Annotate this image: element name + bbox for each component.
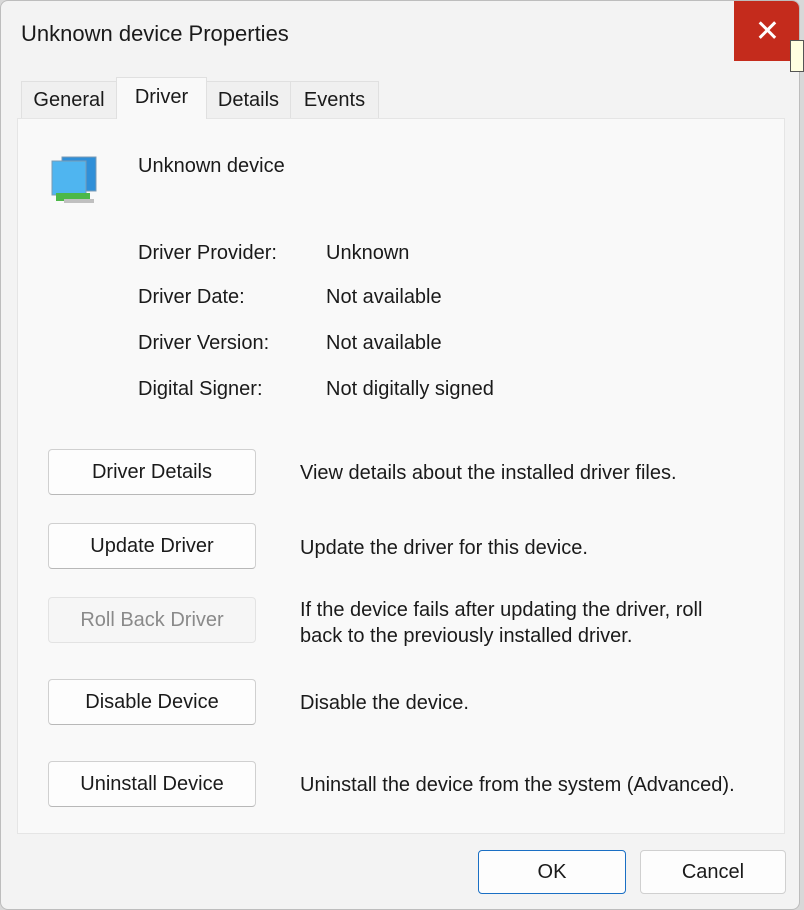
roll-back-driver-description: If the device fails after updating the d…: [300, 599, 703, 647]
uninstall-device-button[interactable]: Uninstall Device: [48, 761, 256, 807]
window-title: Unknown device Properties: [21, 21, 289, 46]
properties-dialog: Unknown device Properties ✕ General Driv…: [0, 0, 800, 910]
driver-tab-panel: Unknown device Driver Provider: Unknown …: [17, 118, 785, 834]
tooltip-fragment: [790, 40, 804, 72]
digital-signer-label: Digital Signer:: [138, 378, 263, 400]
driver-date-value: Not available: [326, 286, 442, 308]
close-icon: ✕: [754, 14, 781, 48]
driver-provider-label: Driver Provider:: [138, 242, 277, 264]
network-adapter-icon: [51, 156, 97, 203]
tab-events[interactable]: Events: [290, 81, 379, 119]
ok-button[interactable]: OK: [478, 850, 626, 894]
driver-details-button[interactable]: Driver Details: [48, 449, 256, 495]
driver-version-value: Not available: [326, 332, 442, 354]
digital-signer-value: Not digitally signed: [326, 378, 494, 400]
device-name: Unknown device: [138, 155, 285, 177]
disable-device-description: Disable the device.: [300, 692, 469, 714]
cancel-button[interactable]: Cancel: [640, 850, 786, 894]
uninstall-device-description: Uninstall the device from the system (Ad…: [300, 774, 735, 796]
update-driver-description: Update the driver for this device.: [300, 537, 588, 559]
tab-general[interactable]: General: [21, 81, 117, 119]
disable-device-button[interactable]: Disable Device: [48, 679, 256, 725]
tab-driver[interactable]: Driver: [116, 77, 207, 119]
driver-details-description: View details about the installed driver …: [300, 462, 677, 484]
tab-details[interactable]: Details: [206, 81, 291, 119]
roll-back-driver-button[interactable]: Roll Back Driver: [48, 597, 256, 643]
driver-version-label: Driver Version:: [138, 332, 270, 354]
update-driver-button[interactable]: Update Driver: [48, 523, 256, 569]
driver-provider-value: Unknown: [326, 242, 410, 264]
driver-date-label: Driver Date:: [138, 286, 245, 308]
